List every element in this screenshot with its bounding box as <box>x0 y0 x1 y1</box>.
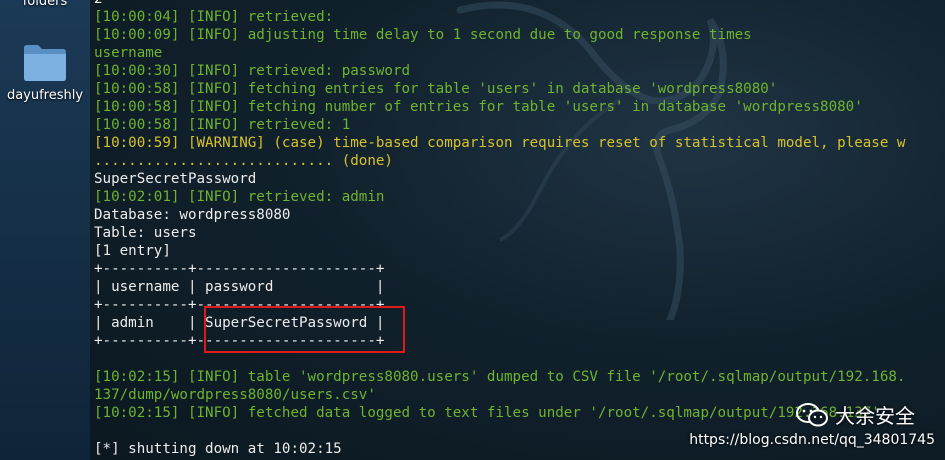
folder-label-dayufreshly[interactable]: dayufreshly <box>0 88 90 103</box>
terminal-line: [1 entry] <box>94 243 171 259</box>
terminal-line: 2 <box>94 0 905 8</box>
folders-label[interactable]: folders <box>0 0 90 9</box>
terminal-line: [10:02:15] [INFO] table 'wordpress8080.u… <box>94 369 906 385</box>
terminal-line: username <box>94 45 163 61</box>
terminal-line: [10:00:09] [INFO] adjusting time delay t… <box>94 27 752 43</box>
terminal-line: [10:00:58] [INFO] fetching entries for t… <box>94 81 778 97</box>
terminal-line: | username | password | <box>94 279 385 295</box>
watermark-brand: 大余安全 <box>835 404 915 428</box>
wechat-icon <box>796 402 828 426</box>
terminal-line: [10:00:58] [INFO] fetching number of ent… <box>94 99 863 115</box>
terminal-line: +----------+---------------------+ <box>94 261 385 277</box>
blog-url: https://blog.csdn.net/qq_34801745 <box>689 432 935 448</box>
folder-icon[interactable] <box>22 42 68 82</box>
terminal-line: [10:00:59] [WARNING] (case) time-based c… <box>94 135 906 151</box>
terminal-line: 137/dump/wordpress8080/users.csv' <box>94 387 376 403</box>
desktop-sidebar: folders dayufreshly <box>0 0 90 460</box>
terminal-line: [10:00:30] [INFO] retrieved: password <box>94 63 411 79</box>
password-highlight-box <box>204 306 405 353</box>
terminal-line: Database: wordpress8080 <box>94 207 291 223</box>
terminal-line: Table: users <box>94 225 197 241</box>
terminal-line: [10:02:15] [INFO] fetched data logged to… <box>94 405 880 421</box>
terminal-line: [10:00:58] [INFO] retrieved: 1 <box>94 117 351 133</box>
terminal-line: [10:00:04] [INFO] retrieved: <box>94 9 342 25</box>
terminal-line: [10:02:01] [INFO] retrieved: admin <box>94 189 385 205</box>
wechat-watermark: 大余安全 <box>795 400 915 429</box>
terminal-line: ............................ (done) <box>94 153 393 169</box>
terminal-line: SuperSecretPassword <box>94 171 257 187</box>
terminal-window[interactable]: 2[10:00:04] [INFO] retrieved: [10:00:09]… <box>90 0 945 460</box>
terminal-output: 2[10:00:04] [INFO] retrieved: [10:00:09]… <box>94 0 905 458</box>
